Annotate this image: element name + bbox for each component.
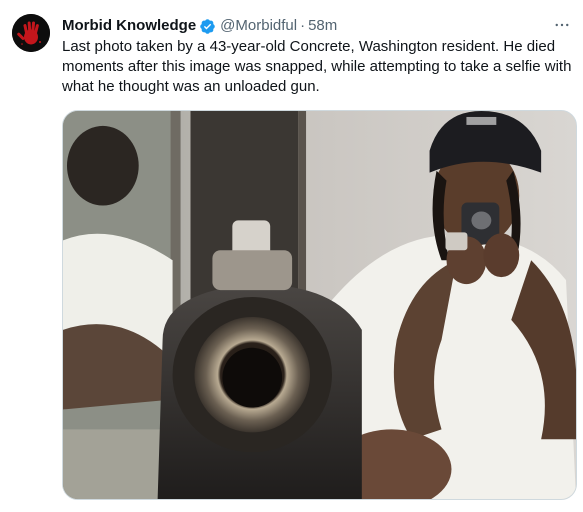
more-options-button[interactable] xyxy=(551,16,573,34)
verified-badge-icon[interactable] xyxy=(199,18,216,35)
mirror-selfie-photo xyxy=(63,111,576,499)
tweet-header: Morbid Knowledge @Morbidful · 58m xyxy=(62,16,337,36)
red-handprint-icon xyxy=(12,14,50,52)
author-handle[interactable]: @Morbidful xyxy=(220,16,297,36)
tweet-photo[interactable] xyxy=(62,110,577,500)
avatar[interactable] xyxy=(12,14,50,52)
separator-dot: · xyxy=(300,17,306,34)
author-name[interactable]: Morbid Knowledge xyxy=(62,16,196,36)
more-options-icon xyxy=(555,23,569,27)
tweet-text: Last photo taken by a 43-year-old Concre… xyxy=(62,38,572,95)
tweet: Morbid Knowledge @Morbidful · 58m Last p… xyxy=(0,0,583,512)
tweet-timestamp[interactable]: 58m xyxy=(308,16,337,36)
